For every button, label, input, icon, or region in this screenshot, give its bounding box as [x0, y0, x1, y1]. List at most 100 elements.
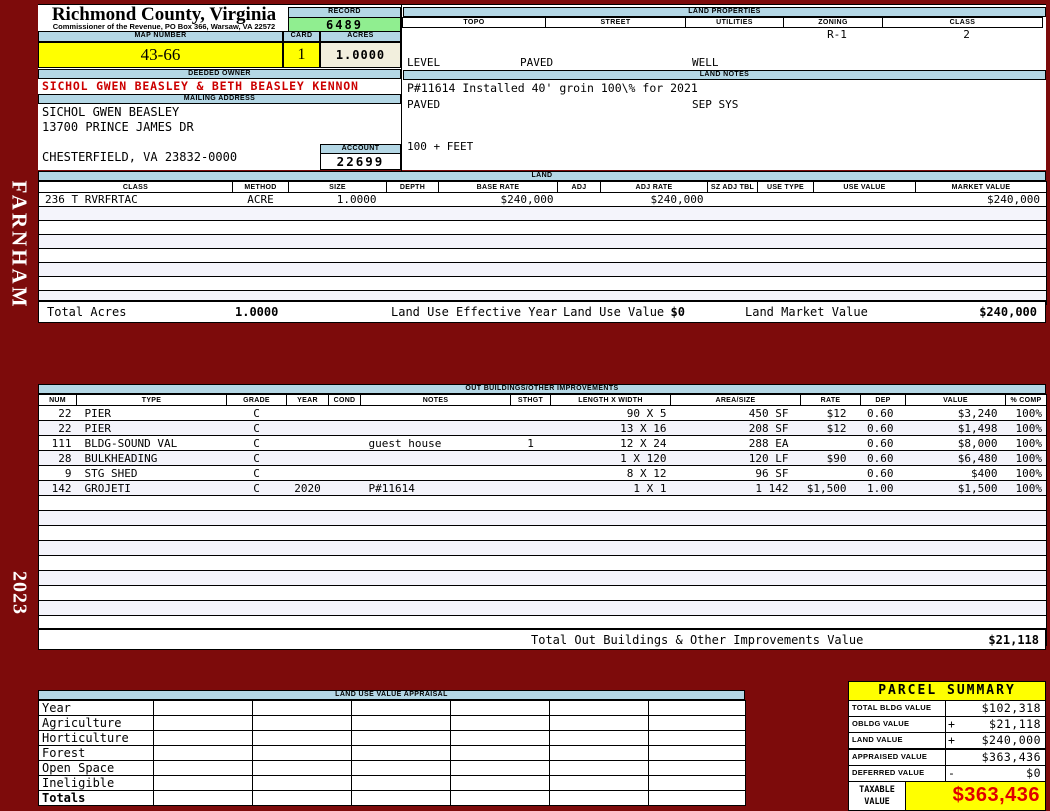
column-header: USE TYPE — [757, 181, 814, 193]
cell — [360, 465, 511, 481]
cell — [648, 760, 746, 776]
cell: 450 SF — [670, 405, 801, 421]
account-label: ACCOUNT — [320, 144, 401, 154]
cell — [38, 510, 77, 526]
cell — [1005, 600, 1047, 616]
cell — [286, 435, 329, 451]
cell — [226, 585, 287, 601]
cell — [905, 495, 1006, 511]
cell — [450, 715, 550, 731]
cell — [386, 276, 439, 291]
summary-row: OBLDG VALUE + $21,118 — [849, 717, 1045, 733]
cell — [286, 525, 329, 541]
cell: 111 — [38, 435, 77, 451]
cell — [38, 555, 77, 571]
cell — [450, 790, 550, 806]
cell — [232, 206, 289, 221]
cell — [351, 700, 451, 716]
cell — [286, 555, 329, 571]
cell — [38, 525, 77, 541]
cell — [386, 220, 439, 235]
cell — [286, 495, 329, 511]
cell — [915, 234, 1047, 249]
cell — [510, 525, 551, 541]
cell — [1005, 585, 1047, 601]
cell — [286, 465, 329, 481]
cell — [153, 775, 253, 791]
topo-line: PAVED — [407, 98, 441, 111]
cell — [648, 700, 746, 716]
empty-row — [38, 540, 1047, 556]
column-header: CLASS — [38, 181, 233, 193]
cell — [328, 405, 361, 421]
cell — [860, 525, 906, 541]
map-number-value: 43-66 — [38, 42, 283, 68]
cell — [153, 760, 253, 776]
cell — [438, 248, 558, 263]
cell — [153, 700, 253, 716]
taxable-label-line: TAXABLE — [859, 785, 895, 795]
cell — [286, 510, 329, 526]
cell — [360, 540, 511, 556]
cell — [600, 262, 708, 277]
cell — [860, 585, 906, 601]
row-label: Totals — [38, 790, 154, 806]
cell — [707, 220, 758, 235]
land-use-appraisal: LAND USE VALUE APPRAISAL Year Agricultur… — [38, 690, 746, 806]
cell — [351, 790, 451, 806]
land-table: CLASS METHOD SIZE DEPTH BASE RATE ADJ ADJ RATE… — [38, 181, 1047, 305]
cell: 0.60 — [860, 450, 906, 466]
cell — [450, 700, 550, 716]
cell — [800, 540, 861, 556]
cell — [351, 715, 451, 731]
cell — [707, 206, 758, 221]
taxable-label-line: VALUE — [864, 797, 890, 807]
cell: 0.60 — [860, 405, 906, 421]
cell — [252, 715, 352, 731]
mailing-address: SICHOL GWEN BEASLEY 13700 PRINCE JAMES D… — [38, 105, 322, 165]
land-use-value: $0 — [670, 305, 685, 319]
table-row: 9 STG SHED C 8 X 12 96 SF 0.60 $400 100% — [38, 465, 1047, 481]
cell — [648, 790, 746, 806]
cell — [510, 555, 551, 571]
summary-label: DEFERRED VALUE — [849, 766, 946, 781]
mailing-address-label: MAILING ADDRESS — [38, 94, 401, 104]
header-band: Richmond County, Virginia Commissioner o… — [38, 4, 1046, 171]
cell — [76, 585, 227, 601]
land-properties-headers: TOPO STREET UTILITIES ZONING CLASS — [402, 17, 1046, 28]
cell — [670, 585, 801, 601]
column-header: COND — [328, 394, 361, 406]
row-label: Open Space — [38, 760, 154, 776]
cell — [38, 248, 233, 263]
row-label: Agriculture — [38, 715, 154, 731]
cell — [226, 495, 287, 511]
cell: 1 — [510, 435, 551, 451]
column-header: RATE — [800, 394, 861, 406]
cell — [226, 510, 287, 526]
column-header-zoning: ZONING — [783, 17, 883, 28]
cell — [550, 570, 671, 586]
cell — [707, 234, 758, 249]
cell: 2020 — [286, 480, 329, 496]
cell: ACRE — [232, 192, 289, 207]
summary-value: $240,000 — [981, 733, 1041, 747]
land-properties-title: LAND PROPERTIES — [403, 7, 1046, 17]
cell — [550, 495, 671, 511]
cell: 236 T RVRFRTAC — [38, 192, 233, 207]
cell: BLDG-SOUND VAL — [76, 435, 227, 451]
cell — [800, 495, 861, 511]
cell — [549, 730, 649, 746]
cell: $240,000 — [438, 192, 558, 207]
tax-year-label: 2023 — [8, 571, 31, 615]
mailing-address-line: CHESTERFIELD, VA 23832-0000 — [42, 150, 238, 164]
table-row: 236 T RVRFRTAC ACRE 1.0000 $240,000 $240,000… — [38, 192, 1047, 207]
column-header: MARKET VALUE — [915, 181, 1047, 193]
land-table-wrap: CLASS METHOD SIZE DEPTH BASE RATE ADJ ADJ RATE… — [38, 181, 1047, 305]
cell: P#11614 — [360, 480, 511, 496]
empty-row — [38, 276, 1047, 291]
column-header: NUM — [38, 394, 77, 406]
empty-row — [38, 600, 1047, 616]
cell — [76, 510, 227, 526]
topo-line: LEVEL — [407, 56, 441, 69]
cell — [707, 262, 758, 277]
